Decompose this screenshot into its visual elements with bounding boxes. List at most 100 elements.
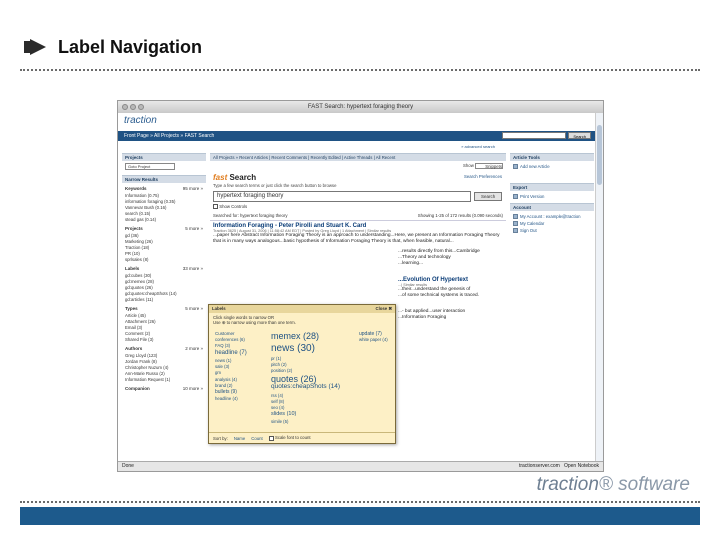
advanced-search-link[interactable]: » advanced search [461,144,495,149]
status-right: tractionserver.com Open Notebook [519,462,599,471]
search-result: ...Evolution Of Hypertext ...| Similar r… [210,275,506,301]
search-preferences-link[interactable]: Search Preferences [464,174,502,179]
label-cloud-item[interactable]: headline (4) [215,396,238,401]
label-cloud-item[interactable]: bullets (9) [215,389,237,395]
my-account-link[interactable]: My Account : example@traction [510,213,594,220]
instructions-line: Use ⊕ to narrow using more than one term… [213,320,296,325]
traction-software-logo: traction® software [537,474,690,496]
slide-title-row: Label Navigation [22,34,202,60]
page-scrollbar[interactable] [595,113,603,461]
goto-project-select[interactable]: Goto Project [125,163,175,170]
label-cloud-item[interactable]: FAQ (3) [215,343,230,348]
play-arrow-icon [24,39,46,55]
authors-more-link[interactable]: 2 more » [185,346,203,351]
checkbox-icon[interactable] [213,204,218,210]
open-notebook-button[interactable]: Open Notebook [564,463,599,469]
my-account-label: My Account : example@traction [520,214,581,219]
label-cloud-item[interactable]: seo (4) [271,405,284,410]
projects-facet-header: Projects 5 more » [122,225,206,232]
label-cloud-item[interactable]: quotes:cheapShots (14) [271,383,340,390]
account-label: Account [513,205,531,210]
fast-search-title-text: Search [227,173,257,182]
show-controls-toggle[interactable]: Show Controls [213,204,503,210]
label-cloud-item[interactable]: analysis (4) [215,377,237,382]
label-cloud-item[interactable]: news (30) [271,343,315,354]
label-cloud-item[interactable]: self (8) [271,399,284,404]
label-cloud-item[interactable]: pitch (2) [271,362,287,367]
label-cloud-item[interactable]: headline (7) [215,350,247,356]
search-query-input[interactable]: hypertext foraging theory [213,191,471,202]
user-icon [513,214,518,219]
labels-popup: Labels Close ✖ Click single words to nar… [208,304,396,444]
result-snippet: ...of some technical systems is traced. [398,293,480,299]
fast-logo: fast [213,173,228,182]
label-cloud-item[interactable]: news (1) [215,358,231,363]
labels-popup-header: Labels Close ✖ [209,305,395,313]
label-cloud-item[interactable]: conferences (6) [215,337,245,342]
sign-out-link[interactable]: Sign Out [510,227,594,234]
printer-icon [513,194,518,199]
search-button[interactable]: Search [474,192,503,201]
view-tabs[interactable]: All Projects » Recent Articles | Recent … [210,153,506,161]
search-hint: Type a few search terms or just click th… [213,183,337,188]
right-sidebar: Article Tools Add new Article Export Pri… [510,153,594,461]
sort-by-count-link[interactable]: Count [251,436,262,441]
site-search-input[interactable] [502,132,567,139]
labels-popup-close-button[interactable]: Close ✖ [376,305,393,313]
minimize-window-icon[interactable] [130,104,136,110]
add-article-icon [513,164,518,169]
window-controls[interactable] [122,104,144,110]
scale-font-toggle[interactable]: Scale font to count [268,435,311,441]
print-version-label: Print Version [520,194,545,199]
traction-logo: traction [124,115,157,126]
label-cloud-item[interactable]: Customer [215,331,235,336]
my-calendar-link[interactable]: My Calendar [510,220,594,227]
label-cloud-item[interactable]: slides (10) [271,411,296,417]
left-sidebar: Projects Goto Project Narrow Results Key… [122,153,206,461]
site-search-button[interactable]: Search [568,132,591,139]
search-result: Information Foraging - Peter Pirolli and… [210,221,506,247]
browser-window: FAST Search: hypertext foraging theory t… [117,100,604,472]
labels-more-link[interactable]: 33 more » [183,266,203,271]
keywords-more-link[interactable]: 95 more » [183,186,203,191]
breadcrumb[interactable]: Front Page » All Projects » FAST Search [124,133,214,139]
result-snippet: ...learning... [398,261,424,267]
projects-more-link[interactable]: 5 more » [185,226,203,231]
keywords-label: Keywords [125,186,147,191]
window-title: FAST Search: hypertext foraging theory [307,104,414,110]
print-version-link[interactable]: Print Version [510,193,594,200]
scrollbar-thumb[interactable] [597,125,602,185]
label-cloud-item[interactable]: brand (2) [215,383,232,388]
checkbox-icon[interactable] [268,435,274,441]
zoom-window-icon[interactable] [138,104,144,110]
label-cloud-item[interactable]: simile (5) [271,419,288,424]
companion-more-link[interactable]: 10 more » [183,386,203,391]
show-label: Show [463,163,474,169]
footer-divider [20,501,700,503]
label-cloud-item[interactable]: sale (3) [215,364,229,369]
label-cloud-item[interactable]: rss (4) [271,393,283,398]
label-cloud-item[interactable]: memex (28) [271,331,319,341]
types-more-link[interactable]: 5 more » [185,306,203,311]
keywords-header: Keywords 95 more » [122,185,206,192]
authors-facet-header: Authors 2 more » [122,345,206,352]
status-server: tractionserver.com [518,463,560,469]
label-cloud-item[interactable]: pr (1) [271,356,281,361]
label-cloud-item[interactable]: white paper (4) [359,337,388,342]
label-cloud-item[interactable]: gm [215,370,221,375]
sort-by-name-link[interactable]: Name [234,436,245,441]
add-article-link[interactable]: Add new Article [510,163,594,170]
show-select[interactable]: Snippets [475,163,503,169]
status-text: Done [122,463,134,469]
labels-popup-footer: Sort by: Name Count Scale font to count [209,432,395,443]
label-cloud: Customer conferences (6) FAQ (3) headline (… [213,331,391,429]
sign-out-label: Sign Out [520,228,537,233]
site-navbar: Front Page » All Projects » FAST Search … [118,131,595,141]
label-cloud-item[interactable]: position (2) [271,368,292,373]
companion-facet-header: Companion 10 more » [122,385,206,392]
fast-search-title: fast Search [213,173,503,182]
footer-band [20,507,700,525]
close-window-icon[interactable] [122,104,128,110]
slide-title: Label Navigation [58,36,203,57]
sign-out-icon [513,228,518,233]
